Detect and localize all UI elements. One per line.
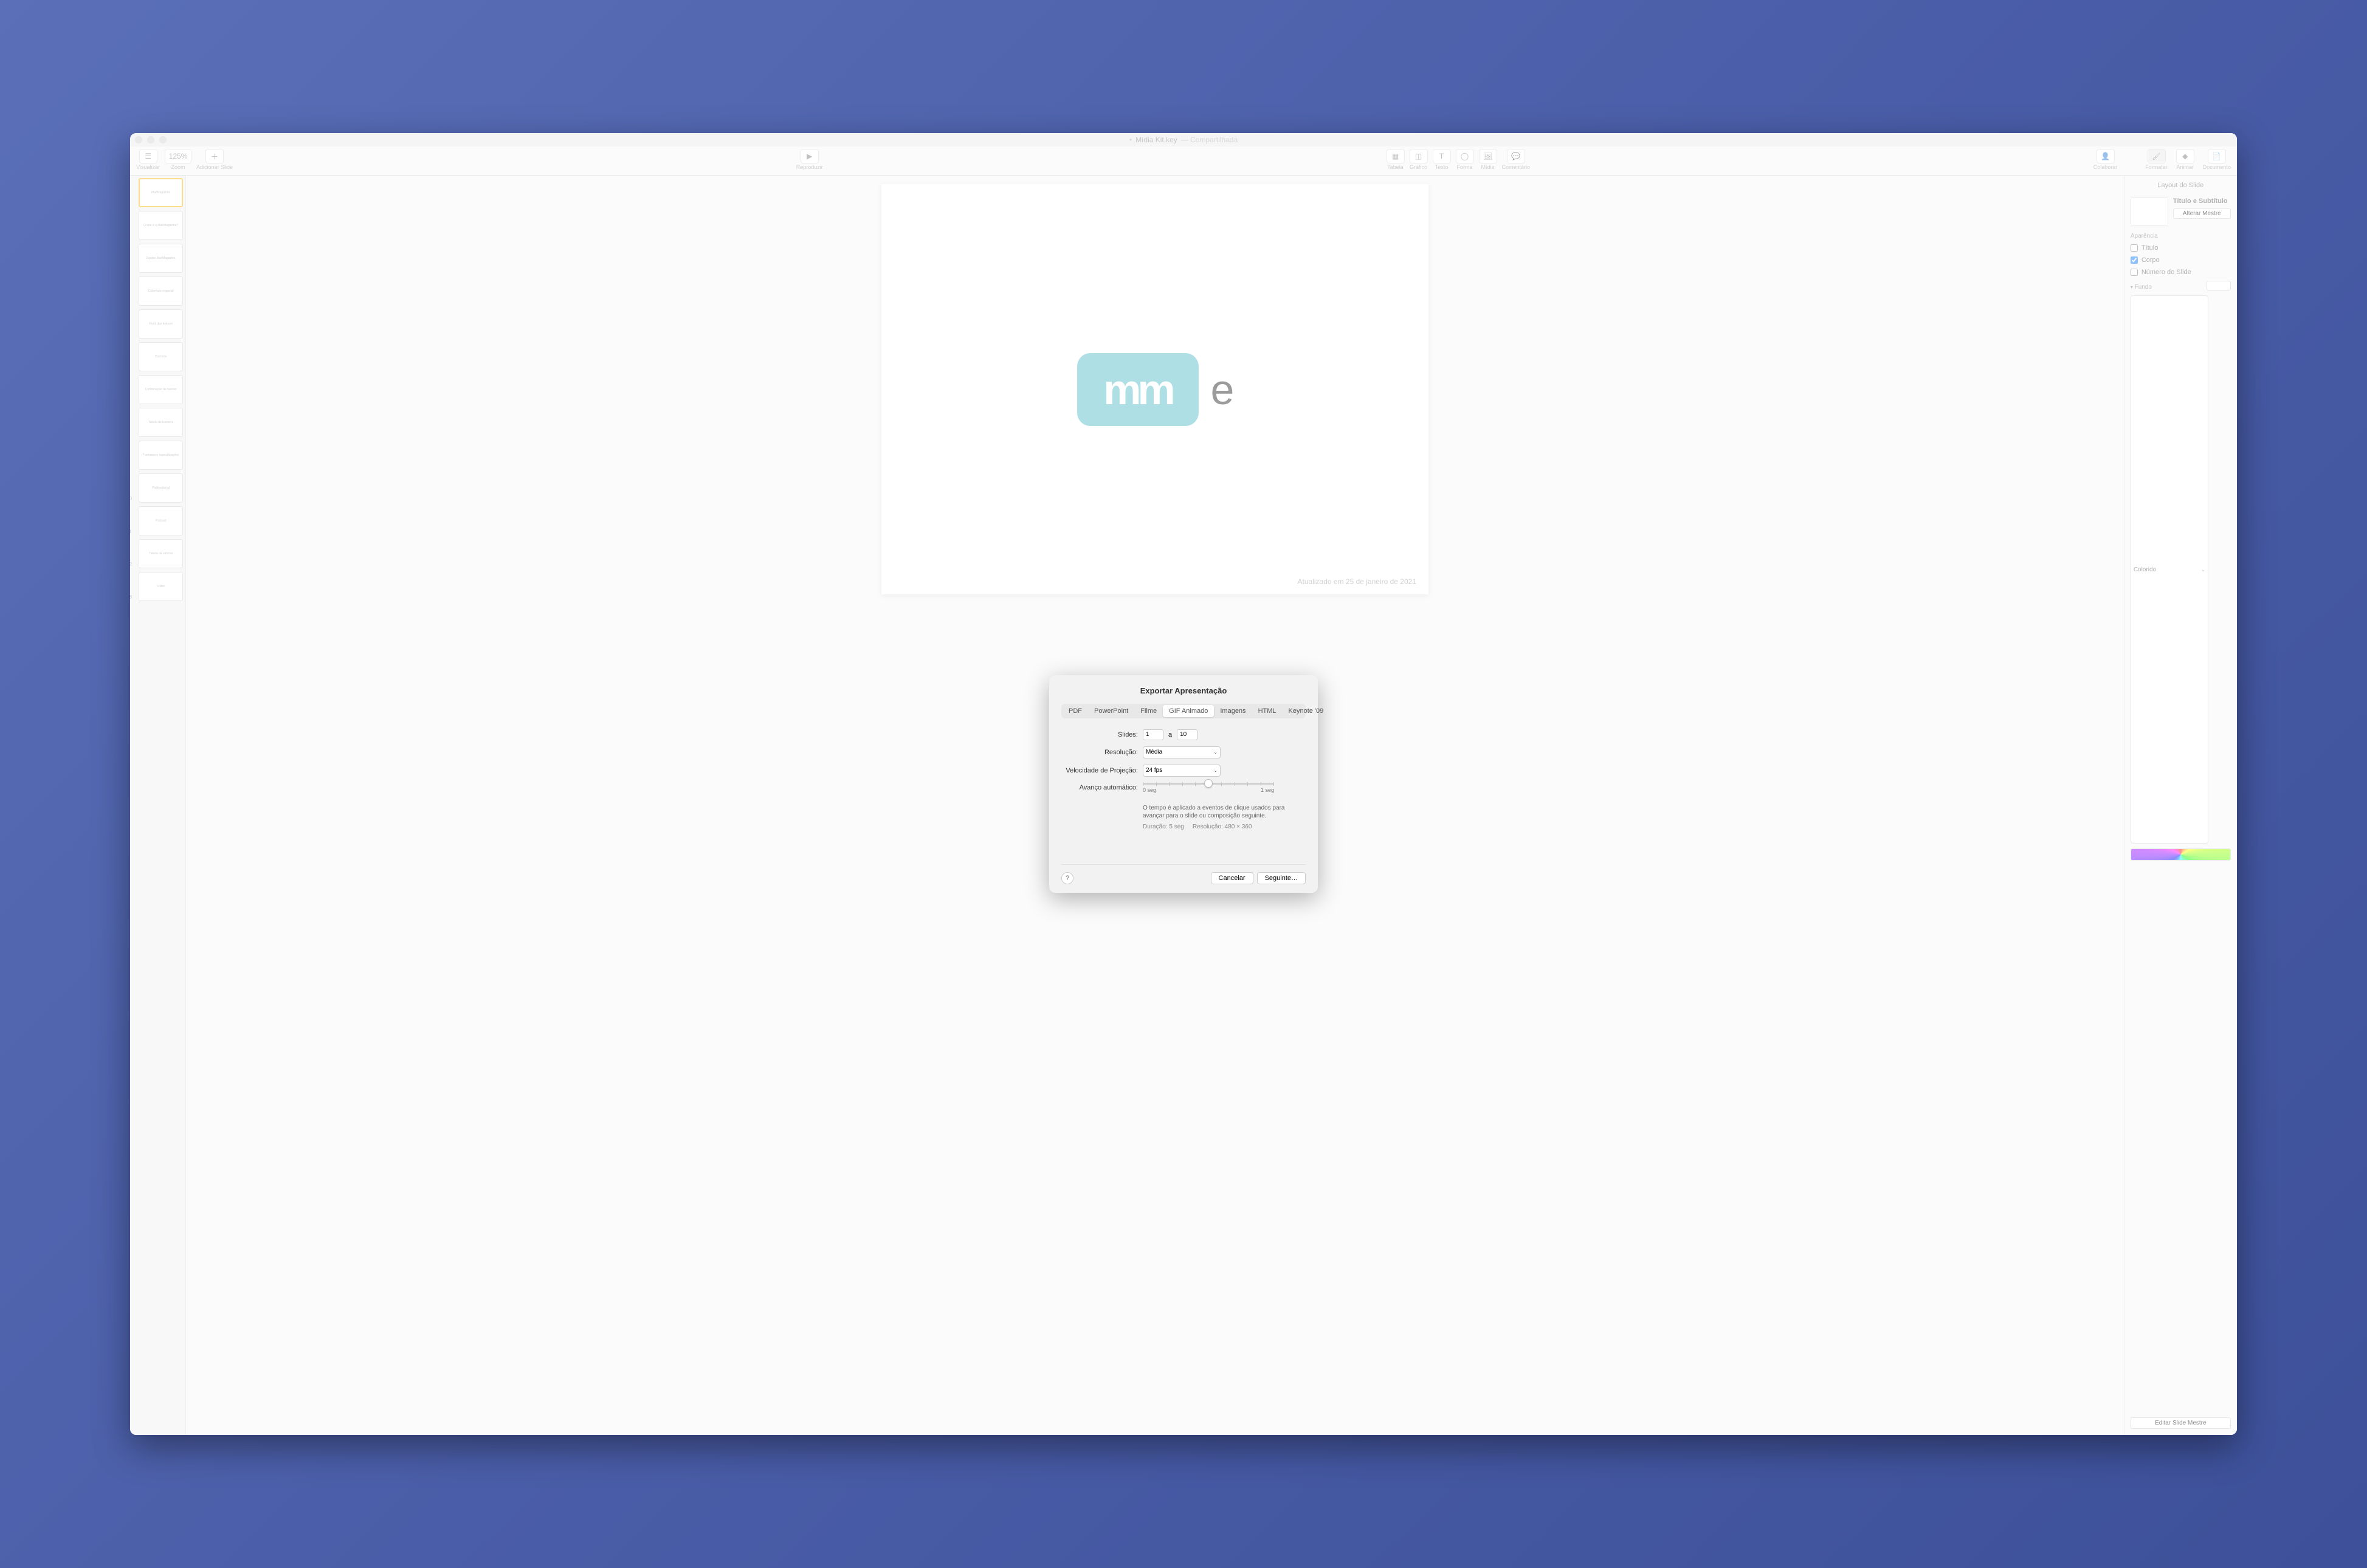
framerate-select[interactable]: 24 fps⌄ xyxy=(1143,765,1221,777)
tab-pdf[interactable]: PDF xyxy=(1063,705,1088,717)
tab-movie[interactable]: Filme xyxy=(1134,705,1163,717)
slider-thumb[interactable] xyxy=(1204,779,1213,788)
autoadvance-label: Avanço automático: xyxy=(1061,784,1138,791)
tab-images[interactable]: Imagens xyxy=(1214,705,1252,717)
resolution-select[interactable]: Média⌄ xyxy=(1143,746,1221,758)
next-button[interactable]: Seguinte… xyxy=(1257,872,1306,884)
export-dialog: Exportar Apresentação PDF PowerPoint Fil… xyxy=(1049,675,1318,893)
tab-html[interactable]: HTML xyxy=(1252,705,1283,717)
slider-max-label: 1 seg xyxy=(1261,787,1274,793)
modal-overlay: Exportar Apresentação PDF PowerPoint Fil… xyxy=(130,133,2237,1434)
autoadvance-slider[interactable] xyxy=(1143,783,1274,785)
dialog-title: Exportar Apresentação xyxy=(1061,686,1306,695)
tab-powerpoint[interactable]: PowerPoint xyxy=(1088,705,1134,717)
autoadvance-help: O tempo é aplicado a eventos de clique u… xyxy=(1143,804,1306,820)
tab-keynote09[interactable]: Keynote '09 xyxy=(1283,705,1330,717)
output-resolution-readout: Resolução: 480 × 360 xyxy=(1193,824,1252,830)
export-format-segmented: PDF PowerPoint Filme GIF Animado Imagens… xyxy=(1061,704,1306,718)
slides-from-input[interactable] xyxy=(1143,729,1163,740)
duration-readout: Duração: 5 seg xyxy=(1143,824,1184,830)
resolution-label: Resolução: xyxy=(1061,749,1138,756)
slider-min-label: 0 seg xyxy=(1143,787,1156,793)
keynote-app-window: • Mídia Kit.key — Compartilhada ☰ Visual… xyxy=(130,133,2237,1434)
slides-range-label: Slides: xyxy=(1061,731,1138,738)
slides-conj: a xyxy=(1168,731,1172,738)
slides-to-input[interactable] xyxy=(1177,729,1197,740)
framerate-label: Velocidade de Projeção: xyxy=(1061,767,1138,774)
tab-gif[interactable]: GIF Animado xyxy=(1163,705,1214,717)
cancel-button[interactable]: Cancelar xyxy=(1211,872,1253,884)
help-button[interactable]: ? xyxy=(1061,872,1073,884)
